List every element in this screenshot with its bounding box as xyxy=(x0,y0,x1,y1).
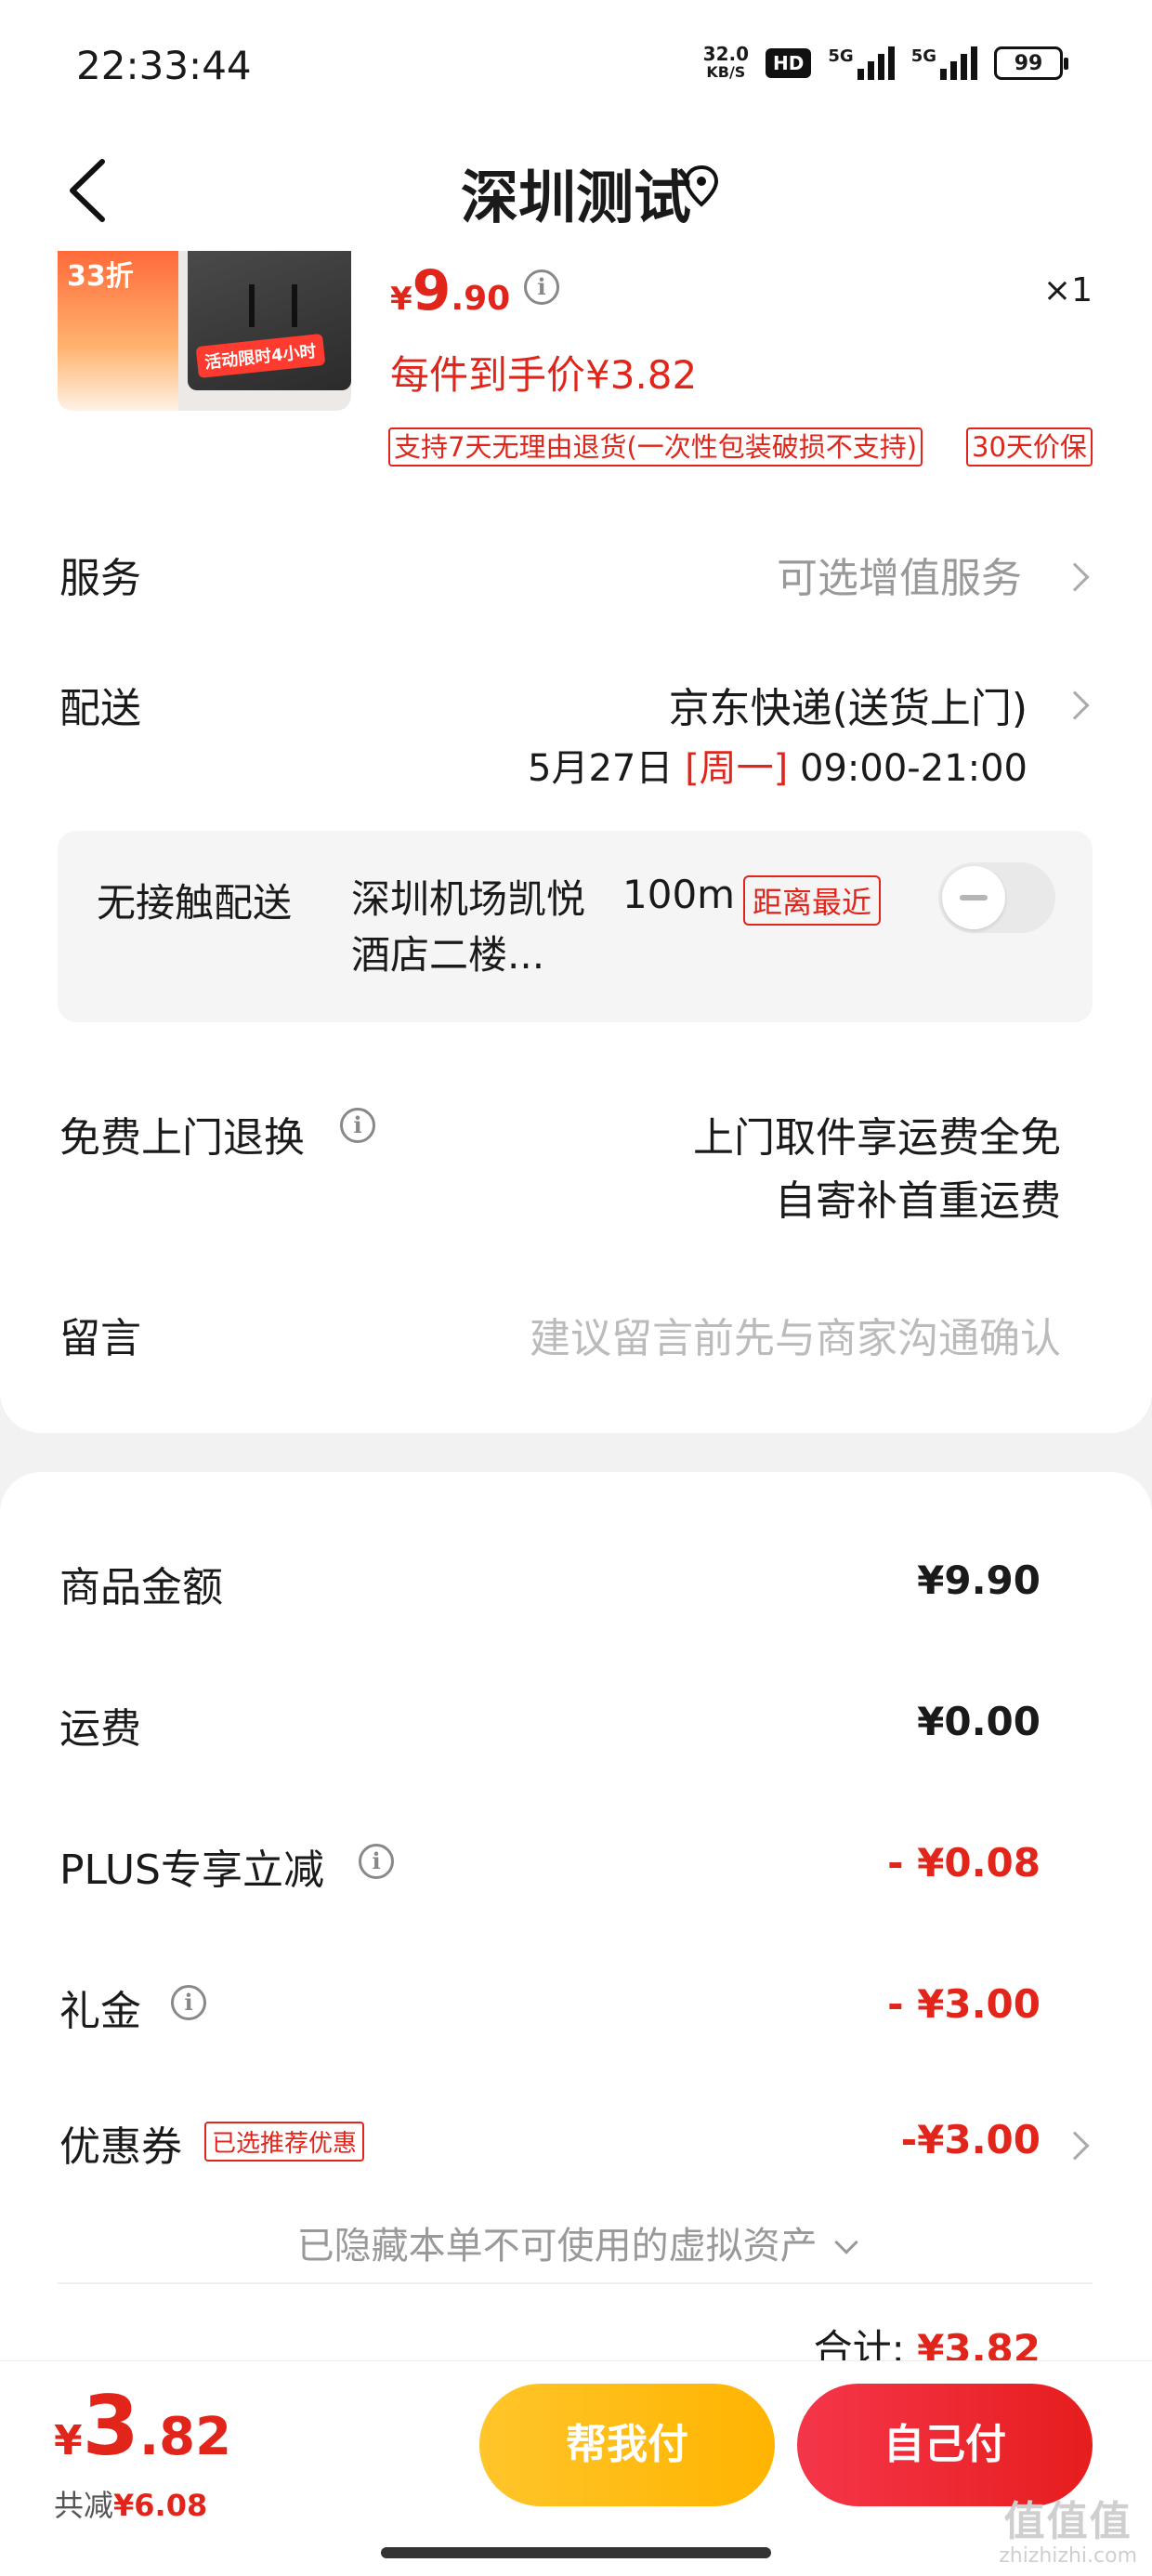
divider xyxy=(58,2282,1093,2284)
product-price: ¥9.90 xyxy=(390,258,511,323)
contactless-label: 无接触配送 xyxy=(97,880,293,926)
hidden-assets-toggle[interactable]: 已隐藏本单不可使用的虚拟资产 xyxy=(0,2215,1152,2269)
signal-icon-2: 5G xyxy=(911,46,977,80)
delivery-time: 5月27日 [周一] 09:00-21:00 xyxy=(528,747,1028,790)
gift-label: 礼金 xyxy=(59,1988,141,2035)
price-protect-tag: 30天价保 xyxy=(966,427,1093,467)
delivery-chevron-icon xyxy=(1060,690,1090,720)
contactless-delivery-box: 无接触配送 深圳机场凯悦酒店二楼... 100m 距离最近 xyxy=(58,831,1093,1022)
service-chevron-icon xyxy=(1060,562,1090,592)
nav-bar: 深圳测试 xyxy=(0,130,1152,251)
signal-icon: 5G xyxy=(828,46,895,80)
shipping-value: ¥0.00 xyxy=(917,1699,1041,1744)
coupon-chevron-icon xyxy=(1060,2131,1090,2161)
price-info-icon[interactable]: i xyxy=(524,269,559,305)
net-speed: 32.0 KB/S xyxy=(702,43,750,81)
return-policy-tag: 支持7天无理由退货(一次性包装破损不支持) xyxy=(388,427,923,467)
unit-price: 每件到手价¥3.82 xyxy=(390,352,698,398)
page-title: 深圳测试 xyxy=(460,164,691,231)
contactless-distance: 100m xyxy=(622,872,736,917)
gift-value: - ¥3.00 xyxy=(887,1981,1041,2027)
coupon-recommend-tag: 已选推荐优惠 xyxy=(204,2122,365,2162)
plus-discount-value: - ¥0.08 xyxy=(887,1840,1041,1886)
product-thumbnail[interactable]: 33折 活动限时4小时 xyxy=(58,251,351,411)
status-time: 22:33:44 xyxy=(76,43,252,88)
coupon-label: 优惠券 xyxy=(59,2123,182,2171)
bottom-price: ¥3.82 xyxy=(54,2378,232,2474)
return-line2: 自寄补首重运费 xyxy=(775,1177,1061,1225)
gift-info-icon[interactable]: i xyxy=(171,1985,206,2020)
chevron-down-icon xyxy=(834,2230,859,2254)
quantity: ×1 xyxy=(1042,271,1093,309)
toggle-knob xyxy=(942,866,1005,929)
return-line1: 上门取件享运费全免 xyxy=(693,1114,1061,1162)
return-service-label: 免费上门退换 xyxy=(59,1114,305,1162)
contactless-toggle[interactable] xyxy=(938,862,1055,933)
message-input[interactable]: 建议留言前先与商家沟通确认 xyxy=(530,1305,1061,1364)
battery-icon: 99 xyxy=(994,46,1068,80)
help-pay-button[interactable]: 帮我付 xyxy=(479,2384,775,2506)
watermark: 值值值 zhizhizhi.com xyxy=(999,2498,1137,2569)
delivery-label: 配送 xyxy=(59,685,141,732)
status-icons: 32.0 KB/S HD 5G 5G 99 xyxy=(702,43,1068,82)
goods-amount-value: ¥9.90 xyxy=(917,1557,1041,1603)
order-detail-card: 33折 活动限时4小时 ¥9.90 i ×1 每件到手价¥3.82 支持7天无理… xyxy=(0,251,1152,1433)
contactless-address[interactable]: 深圳机场凯悦酒店二楼... xyxy=(351,872,602,983)
shipping-label: 运费 xyxy=(59,1705,141,1753)
total-savings: 共减¥6.08 xyxy=(54,2488,208,2523)
coupon-value[interactable]: -¥3.00 xyxy=(901,2117,1041,2162)
thumb-promo: 33折 xyxy=(58,251,178,411)
goods-amount-label: 商品金额 xyxy=(59,1564,223,1611)
return-info-icon[interactable]: i xyxy=(340,1108,375,1143)
hd-voice-icon: HD xyxy=(766,48,812,78)
status-bar: 22:33:44 32.0 KB/S HD 5G 5G 99 xyxy=(0,0,1152,130)
self-pay-button[interactable]: 自己付 xyxy=(797,2384,1093,2506)
nearest-tag: 距离最近 xyxy=(743,875,882,926)
plus-info-icon[interactable]: i xyxy=(359,1844,394,1879)
location-pin-icon[interactable] xyxy=(683,162,720,214)
service-label: 服务 xyxy=(59,555,141,602)
plus-discount-label: PLUS专享立减 xyxy=(59,1847,324,1894)
delivery-method[interactable]: 京东快递(送货上门) xyxy=(669,675,1028,734)
home-indicator[interactable] xyxy=(381,2547,771,2558)
service-value[interactable]: 可选增值服务 xyxy=(777,545,1022,604)
message-label: 留言 xyxy=(59,1315,141,1362)
bottom-bar: ¥3.82 共减¥6.08 帮我付 自己付 xyxy=(0,2360,1152,2576)
